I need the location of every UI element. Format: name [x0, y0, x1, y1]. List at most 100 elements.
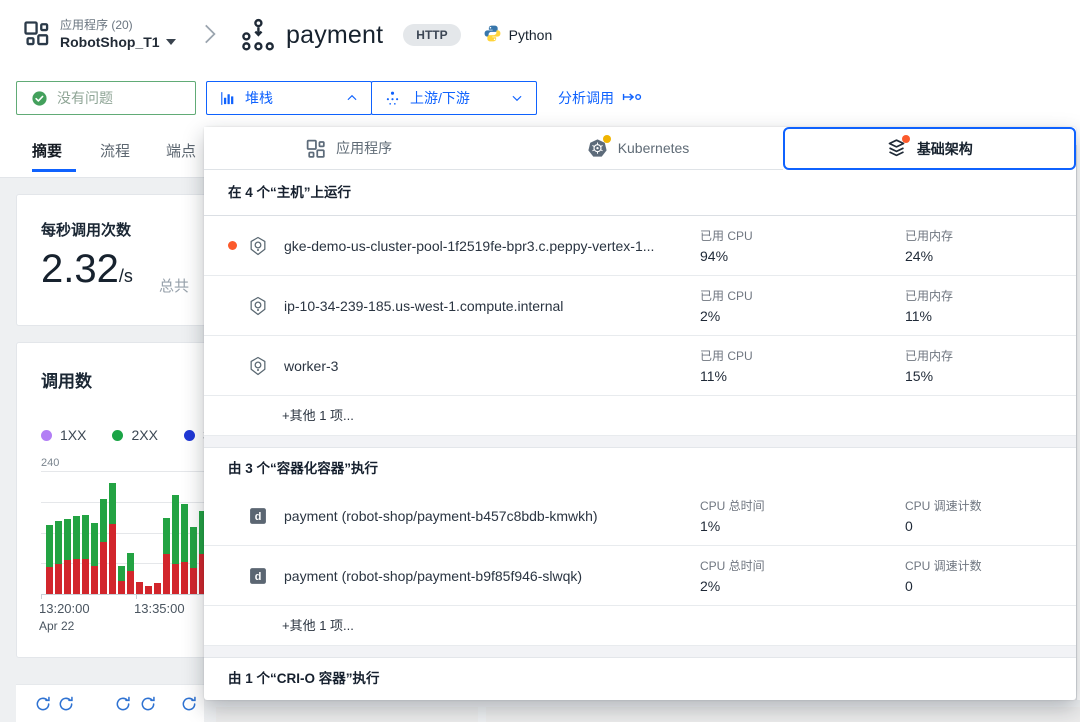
alert-dot-column — [228, 241, 248, 250]
alert-dot-icon — [228, 241, 237, 250]
tab-flows[interactable]: 流程 — [100, 140, 130, 161]
bar-segment-red — [172, 564, 179, 594]
metric-1: 已用 CPU94% — [700, 227, 753, 264]
bar-segment-green — [46, 525, 53, 567]
entity-row[interactable]: d payment (robot-shop/payment-b457c8bdb-k… — [204, 486, 1076, 546]
stacked-bar — [118, 566, 125, 594]
legend-dot-icon — [112, 430, 123, 441]
metric-2-label: 已用内存 — [905, 287, 953, 304]
entity-row[interactable]: gke-demo-us-cluster-pool-1f2519fe-bpr3.c… — [204, 216, 1076, 276]
bar-segment-green — [64, 519, 71, 559]
legend-label: 1XX — [60, 427, 86, 443]
stacked-bar — [100, 499, 107, 594]
x-axis-date-label: Apr 22 — [39, 619, 74, 633]
chevron-down-icon — [510, 91, 524, 105]
flow-dots-icon — [384, 90, 401, 107]
bar-segment-red — [136, 582, 143, 594]
stacked-bar — [163, 518, 170, 594]
panel-tab-kubernetes[interactable]: Kubernetes — [493, 127, 782, 170]
stacked-bar — [136, 582, 143, 594]
upstream-downstream-button[interactable]: 上游/下游 — [371, 81, 537, 115]
bar-segment-red — [127, 571, 134, 594]
arrow-to-circle-icon — [622, 89, 642, 108]
section-header: 由 1 个“CRI-O 容器”执行 — [204, 658, 1076, 696]
stacked-bar — [64, 519, 71, 594]
bar-segment-green — [109, 483, 116, 524]
svg-text:d: d — [255, 511, 262, 523]
metric-1-label: CPU 总时间 — [700, 557, 765, 574]
entity-name: gke-demo-us-cluster-pool-1f2519fe-bpr3.c… — [284, 238, 654, 254]
metric-1-label: 已用 CPU — [700, 227, 753, 244]
entity-row[interactable]: worker-3已用 CPU11%已用内存15% — [204, 336, 1076, 396]
panel-tabs: 应用程序 Kubernetes 基础架构 — [204, 127, 1076, 170]
stacked-bar — [127, 553, 134, 594]
metric-2-value: 0 — [905, 518, 982, 534]
refresh-loop-icon[interactable] — [34, 695, 52, 713]
refresh-loop-icon[interactable] — [180, 695, 198, 713]
bar-segment-red — [154, 583, 161, 594]
upstream-downstream-label: 上游/下游 — [410, 88, 470, 108]
stacked-bar — [82, 515, 89, 594]
metric-1-label: 已用 CPU — [700, 287, 753, 304]
stacked-bar — [154, 583, 161, 594]
panel-tab-applications[interactable]: 应用程序 — [204, 127, 493, 170]
app-root: 应用程序 (20) RobotShop_T1 payment HTTP Pyth… — [0, 0, 1080, 722]
host-icon — [248, 236, 268, 256]
metric-2-label: CPU 调速计数 — [905, 497, 982, 514]
legend-dot-icon — [41, 430, 52, 441]
legend-dot-icon — [184, 430, 195, 441]
stack-label: 堆栈 — [245, 88, 273, 108]
header: 应用程序 (20) RobotShop_T1 payment HTTP Pyth… — [0, 0, 1080, 70]
bar-segment-green — [100, 499, 107, 542]
panel-tab-label: Kubernetes — [618, 140, 690, 156]
bar-segment-red — [118, 581, 125, 594]
entity-row[interactable]: dpayment (robot-shop/payment-b9f85f946-s… — [204, 546, 1076, 606]
legend-item: 2XX — [112, 427, 157, 443]
python-icon — [483, 24, 502, 46]
entity-name: payment (robot-shop/payment-b457c8bdb-km… — [284, 508, 598, 524]
refresh-loop-icon[interactable] — [57, 695, 75, 713]
metric-2-label: 已用内存 — [905, 347, 953, 364]
page-title: payment — [286, 21, 383, 50]
stacked-bar — [190, 527, 197, 594]
caret-down-icon — [166, 39, 176, 45]
bar-segment-green — [181, 504, 188, 561]
application-selector[interactable]: 应用程序 (20) RobotShop_T1 — [22, 16, 176, 50]
refresh-loop-icon[interactable] — [139, 695, 157, 713]
x-tick-label: 13:20:00 — [39, 601, 90, 616]
entity-row[interactable]: ip-10-34-239-185.us-west-1.compute.inter… — [204, 276, 1076, 336]
bar-segment-green — [127, 553, 134, 571]
show-more-link[interactable]: +其他 1 项... — [204, 606, 1076, 646]
bar-segment-green — [73, 516, 80, 559]
application-name: RobotShop_T1 — [60, 34, 160, 50]
panel-tab-label: 基础架构 — [917, 139, 973, 159]
metric-2: 已用内存11% — [905, 287, 953, 324]
bar-segment-green — [172, 495, 179, 564]
breadcrumb-chevron-icon — [196, 21, 222, 47]
show-more-link[interactable]: +其他 1 项... — [204, 396, 1076, 436]
metric-1-label: 已用 CPU — [700, 347, 753, 364]
stack-button[interactable]: 堆栈 — [206, 81, 372, 115]
panel-tab-label: 应用程序 — [336, 138, 392, 158]
metric-2: 已用内存24% — [905, 227, 953, 264]
analyze-calls-link[interactable]: 分析调用 — [558, 88, 642, 108]
stacked-bar — [109, 483, 116, 594]
toolbar: 没有问题 堆栈 上游/下游 分析调用 — [0, 81, 1080, 115]
panel-tab-infrastructure[interactable]: 基础架构 — [783, 127, 1076, 170]
metric-2-value: 15% — [905, 368, 953, 384]
metric-1: CPU 总时间1% — [700, 497, 765, 534]
refresh-loop-icon[interactable] — [114, 695, 132, 713]
metric-1-label: CPU 总时间 — [700, 497, 765, 514]
active-tab-underline — [32, 169, 76, 172]
no-issues-button[interactable]: 没有问题 — [16, 81, 196, 115]
metric-2: CPU 调速计数 0 — [905, 497, 982, 534]
host-icon — [248, 296, 268, 316]
bar-segment-red — [82, 559, 89, 594]
tab-summary[interactable]: 摘要 — [32, 140, 62, 161]
apps-icon — [305, 138, 326, 159]
bar-segment-green — [190, 527, 197, 568]
metric-2: CPU 调速计数0 — [905, 557, 982, 594]
check-circle-icon — [31, 90, 48, 107]
application-count-label: 应用程序 (20) — [60, 18, 133, 32]
tab-endpoints[interactable]: 端点 — [166, 140, 196, 161]
